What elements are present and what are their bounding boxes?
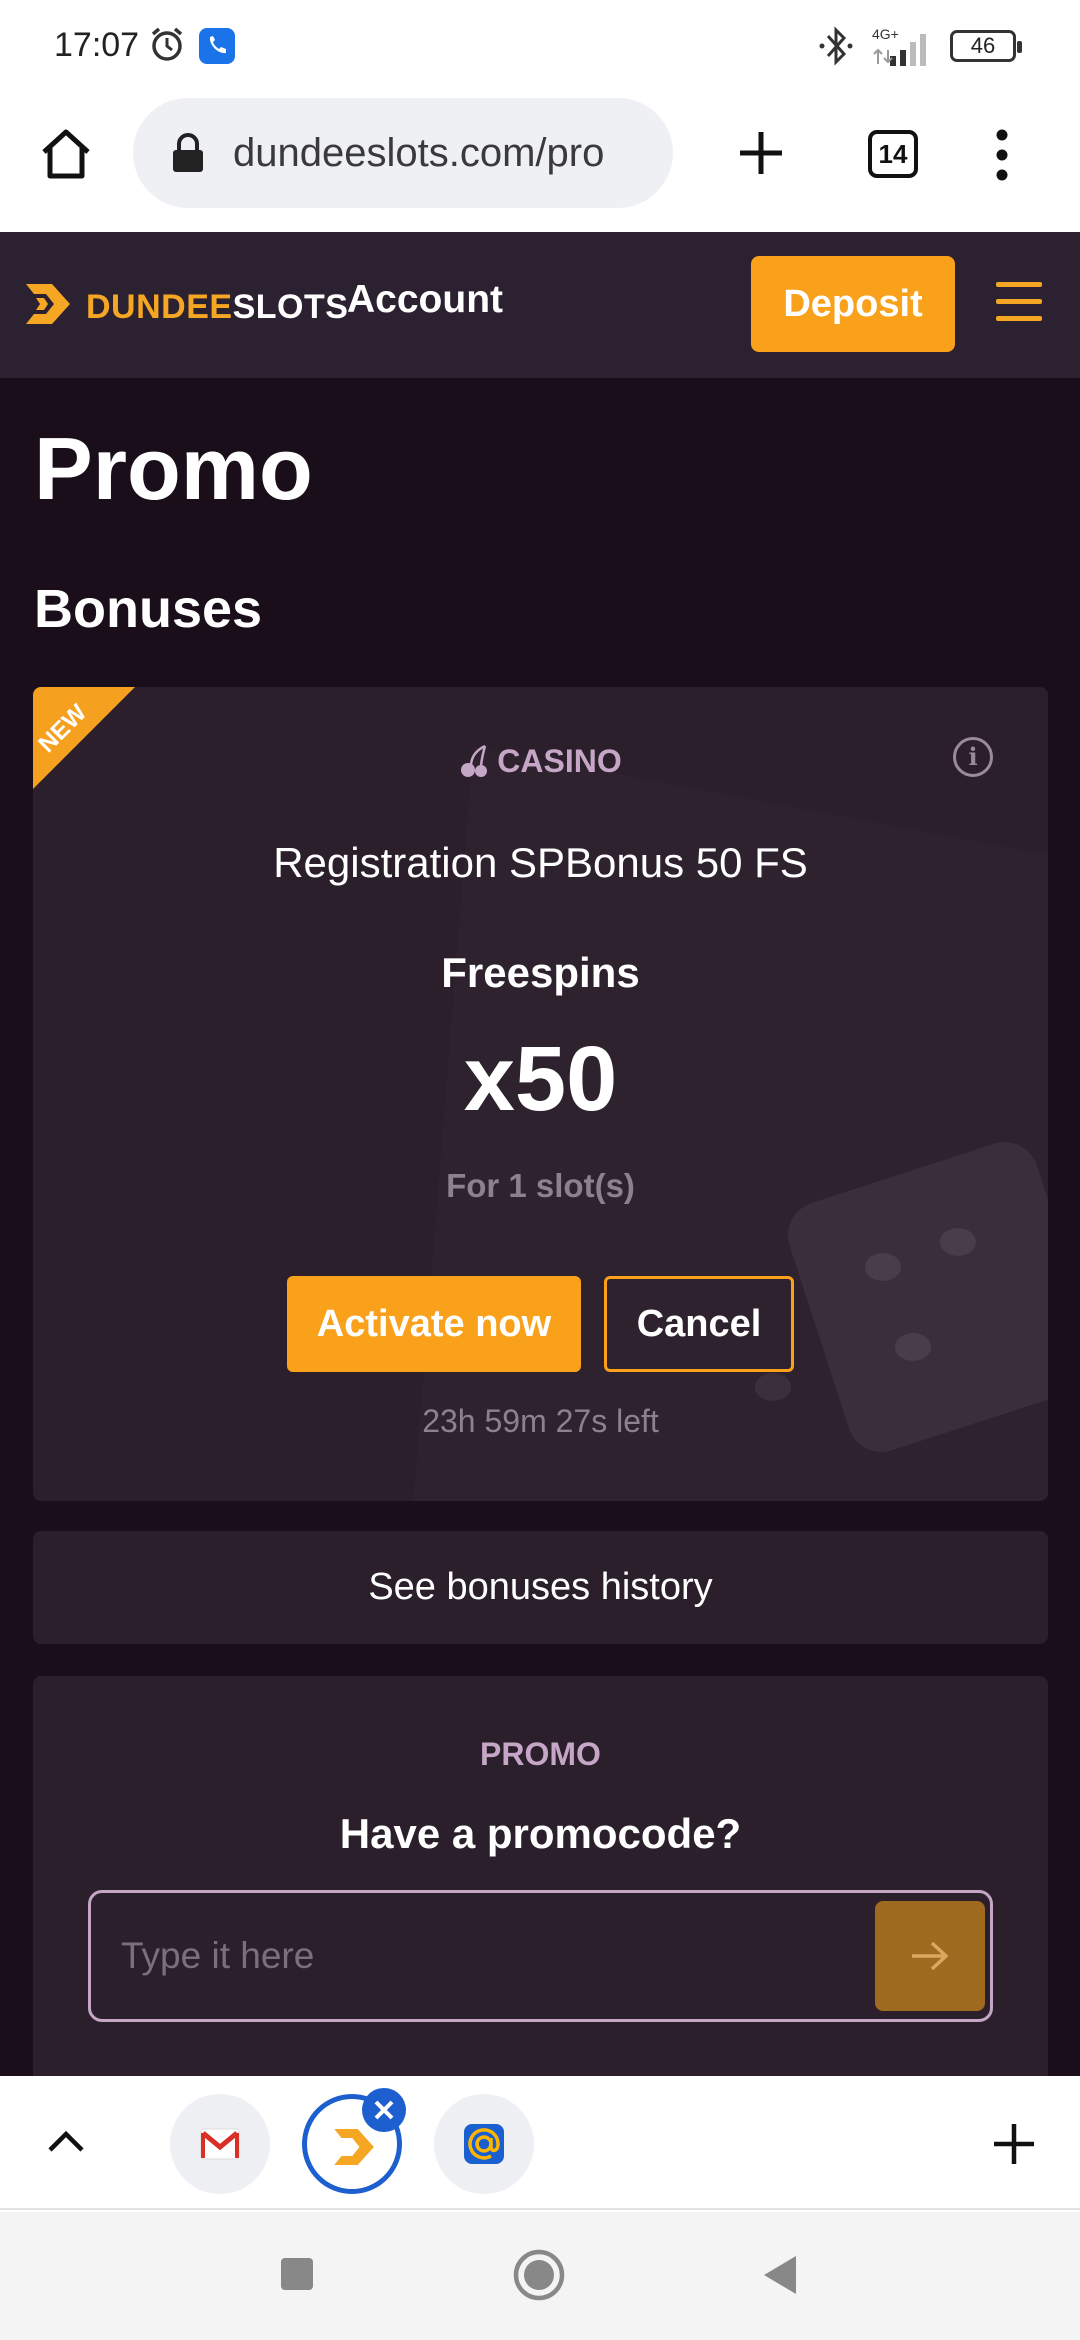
dundeeslots-logo-icon[interactable] [26,284,72,324]
bonus-amount: x50 [463,1028,618,1130]
url-text: dundeeslots.com/pro [233,131,605,175]
dundeeslots-tab-icon [334,2129,374,2165]
site-header: DUNDEESLOTS Account Deposit [0,232,1080,378]
status-bar: 17:07 4G+ 46 [0,0,1080,92]
tab-mail[interactable] [434,2094,534,2194]
promo-page: Promo Bonuses NEW CASINO i Registration … [0,378,1080,2076]
close-icon [374,2100,394,2120]
cherry-icon [461,744,488,777]
phone-call-icon [199,28,235,64]
new-tab-icon[interactable] [736,128,786,178]
lock-icon [173,133,203,172]
bonuses-heading: Bonuses [34,579,263,639]
alarm-icon [151,27,183,61]
logo-dundee-text: DUNDEE [86,288,233,326]
promo-label: PROMO [480,1736,601,1772]
promo-question: Have a promocode? [339,1810,742,1857]
site-logo[interactable]: DUNDEESLOTS [86,288,348,327]
bonus-category: CASINO [33,743,1048,780]
info-icon[interactable]: i [953,737,993,777]
chevron-up-icon[interactable] [46,2128,86,2154]
more-options-icon[interactable] [992,128,1012,182]
promocode-submit-button[interactable] [875,1901,985,2011]
tab-switcher-button[interactable]: 14 [868,130,918,178]
close-tab-button[interactable] [362,2088,406,2132]
home-button-icon[interactable] [512,2248,566,2302]
recent-apps-icon[interactable] [279,2256,315,2292]
arrow-right-icon [912,1941,949,1971]
account-link[interactable]: Account [347,278,503,322]
deposit-button[interactable]: Deposit [751,256,955,352]
bonuses-history-button[interactable]: See bonuses history [33,1531,1048,1644]
add-tab-icon[interactable] [992,2122,1036,2166]
gmail-icon [200,2128,240,2160]
bonus-type: Freespins [441,949,640,996]
activate-now-button[interactable]: Activate now [287,1276,581,1372]
bonus-category-label: CASINO [497,743,622,779]
status-time: 17:07 [54,26,140,64]
at-mail-icon [464,2124,504,2164]
promocode-card: PROMO Have a promocode? [33,1676,1048,2076]
browser-tab-strip [0,2076,1080,2210]
hamburger-menu-icon[interactable] [996,280,1042,324]
signal-icon [873,34,926,66]
bonus-card: NEW CASINO i Registration SPBonus 50 FS … [33,687,1048,1501]
bonus-name: Registration SPBonus 50 FS [273,839,808,886]
browser-toolbar: dundeeslots.com/pro 14 [0,92,1080,232]
home-icon[interactable] [38,126,94,182]
url-bar[interactable]: dundeeslots.com/pro [133,98,673,208]
promocode-input[interactable] [121,1923,841,1989]
system-navigation-bar [0,2212,1080,2340]
tab-gmail[interactable] [170,2094,270,2194]
battery-icon: 46 [950,30,1022,62]
page-title: Promo [34,419,313,518]
bluetooth-icon [819,26,853,66]
back-icon[interactable] [760,2254,800,2296]
cancel-button[interactable]: Cancel [604,1276,794,1372]
logo-slots-text: SLOTS [232,288,349,326]
bonus-timer: 23h 59m 27s left [422,1403,659,1439]
promocode-field [88,1890,993,2022]
bonus-slots-count: For 1 slot(s) [446,1167,635,1204]
